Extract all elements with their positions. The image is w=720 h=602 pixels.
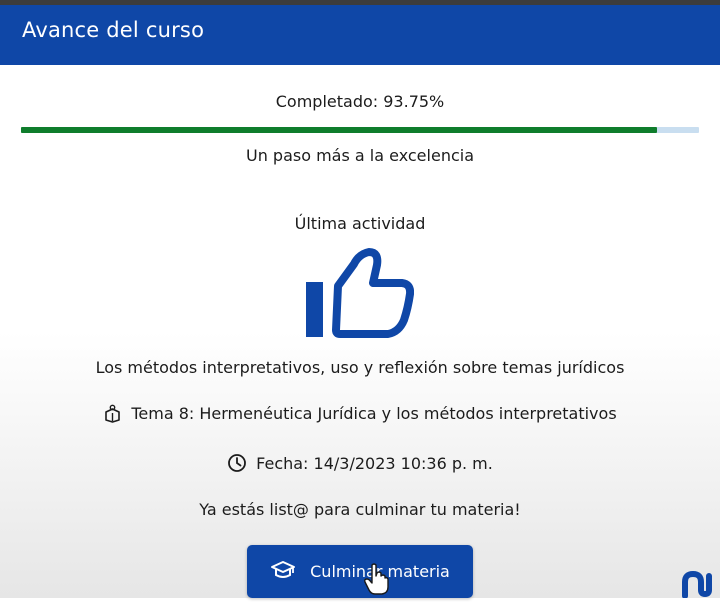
progress-bar [21, 127, 699, 133]
progress-label: Completado: 93.75% [275, 92, 445, 111]
ready-message: Ya estás list@ para culminar tu materia! [199, 500, 521, 519]
last-activity-date-row: Fecha: 14/3/2023 10:36 p. m. [0, 453, 720, 473]
book-icon [103, 404, 122, 423]
thumbs-up-icon [306, 248, 415, 338]
last-activity-heading: Última actividad [294, 214, 426, 233]
last-activity-date: Fecha: 14/3/2023 10:36 p. m. [256, 453, 493, 473]
brand-logo-icon [682, 568, 720, 599]
header-title: Avance del curso [22, 18, 205, 42]
progress-motto: Un paso más a la excelencia [245, 146, 474, 165]
course-progress-header: Avance del curso [0, 5, 720, 65]
progress-bar-fill [21, 127, 657, 133]
graduation-cap-icon [270, 560, 296, 584]
clock-icon [227, 453, 247, 473]
finish-course-button[interactable]: Culminar materia [247, 545, 473, 598]
last-activity-course: Los métodos interpretativos, uso y refle… [95, 358, 625, 377]
last-activity-topic: Tema 8: Hermenéutica Jurídica y los méto… [131, 404, 617, 423]
last-activity-topic-row: Tema 8: Hermenéutica Jurídica y los méto… [0, 404, 720, 423]
hand-pointer-cursor [364, 563, 390, 595]
